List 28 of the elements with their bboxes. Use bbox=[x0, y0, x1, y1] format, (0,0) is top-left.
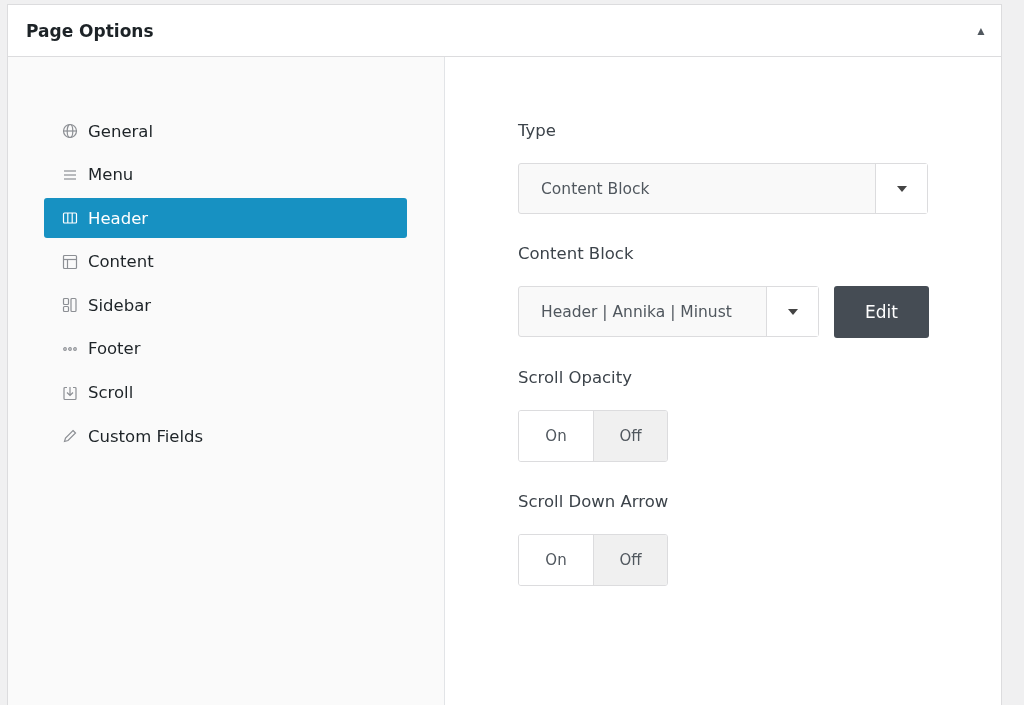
select-field[interactable]: Header | Annika | Minust bbox=[518, 286, 819, 337]
panel-title: Page Options bbox=[26, 20, 154, 41]
sidebar-item[interactable]: Custom Fields bbox=[44, 416, 407, 457]
sidebar-item[interactable]: Menu bbox=[44, 154, 407, 195]
download-icon bbox=[62, 384, 78, 401]
dots-icon bbox=[62, 345, 78, 352]
collapse-toggle[interactable]: ▲ bbox=[975, 23, 987, 38]
pencil-icon bbox=[62, 428, 78, 445]
caret-icon bbox=[896, 185, 907, 192]
toggle-option[interactable]: Off bbox=[593, 535, 667, 585]
field-label: Scroll Opacity bbox=[518, 368, 633, 387]
field-label: Content Block bbox=[518, 244, 635, 263]
field-label: Scroll Down Arrow bbox=[518, 492, 670, 511]
sidebar-item[interactable]: Header bbox=[44, 198, 407, 239]
sidebar-item[interactable]: Footer bbox=[44, 328, 407, 369]
sidebar-layout-icon bbox=[62, 297, 78, 314]
columns-icon bbox=[62, 210, 78, 227]
sidebar-item[interactable]: General bbox=[44, 111, 407, 151]
sidebar-item[interactable]: Sidebar bbox=[44, 285, 407, 326]
sidebar-item[interactable]: Content bbox=[44, 241, 407, 282]
sidebar-item[interactable]: Scroll bbox=[44, 372, 407, 413]
caret-icon bbox=[787, 308, 798, 315]
edit-button[interactable]: Edit bbox=[834, 286, 929, 338]
globe-icon bbox=[62, 123, 78, 139]
toggle-option[interactable]: Off bbox=[593, 411, 667, 461]
field-label: Type bbox=[518, 121, 557, 140]
select-field[interactable]: Content Block bbox=[518, 163, 928, 214]
layout-icon bbox=[62, 253, 78, 270]
